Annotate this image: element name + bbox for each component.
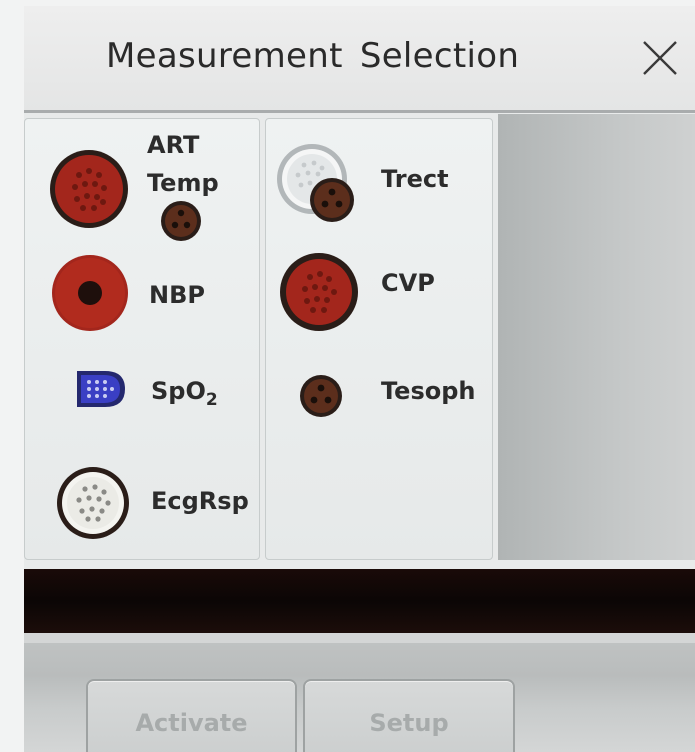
close-button[interactable] xyxy=(638,36,682,80)
title-bar: Measurement Selection xyxy=(24,6,695,113)
cvp-connector-icon xyxy=(280,253,358,331)
ecgrsp-connector-icon xyxy=(57,467,129,539)
ecgrsp-label: EcgRsp xyxy=(151,487,249,515)
activate-button[interactable]: Activate xyxy=(86,679,297,752)
dark-divider-band xyxy=(24,569,695,633)
spo2-label-main: SpO xyxy=(151,377,206,405)
right-connector-panel: Trect CVP Tesoph xyxy=(265,118,493,560)
measurement-item-tesoph[interactable]: Tesoph xyxy=(266,355,492,445)
close-icon xyxy=(643,41,677,75)
nbp-connector-icon xyxy=(52,255,128,331)
measurement-item-trect[interactable]: Trect xyxy=(266,119,492,239)
trect-connector-icon xyxy=(277,144,354,222)
setup-button[interactable]: Setup xyxy=(303,679,515,752)
left-connector-panel: ART Temp NBP SpO2 EcgRsp xyxy=(24,118,260,560)
measurement-selection-dialog: Measurement Selection ART Temp NBP SpO2 … xyxy=(24,6,695,752)
empty-panel-area xyxy=(498,114,695,560)
art-label: ART xyxy=(147,131,200,159)
spo2-label: SpO2 xyxy=(151,377,218,410)
dialog-title: Measurement Selection xyxy=(106,36,520,76)
divider-strip xyxy=(24,633,695,643)
cvp-label: CVP xyxy=(381,269,435,297)
measurement-item-cvp[interactable]: CVP xyxy=(266,243,492,343)
measurement-item-art-temp[interactable]: ART Temp xyxy=(25,119,259,241)
nbp-label: NBP xyxy=(149,281,205,309)
temp-connector-icon xyxy=(161,201,201,241)
temp-label: Temp xyxy=(147,169,219,197)
spo2-connector-icon xyxy=(77,371,125,407)
measurement-item-ecgrsp[interactable]: EcgRsp xyxy=(25,453,259,549)
measurement-item-nbp[interactable]: NBP xyxy=(25,245,259,345)
spo2-label-subscript: 2 xyxy=(205,389,218,410)
measurement-item-spo2[interactable]: SpO2 xyxy=(25,355,259,445)
trect-label: Trect xyxy=(381,165,449,193)
tesoph-label: Tesoph xyxy=(381,377,476,405)
art-connector-icon xyxy=(50,150,128,228)
tesoph-connector-icon xyxy=(300,375,342,417)
